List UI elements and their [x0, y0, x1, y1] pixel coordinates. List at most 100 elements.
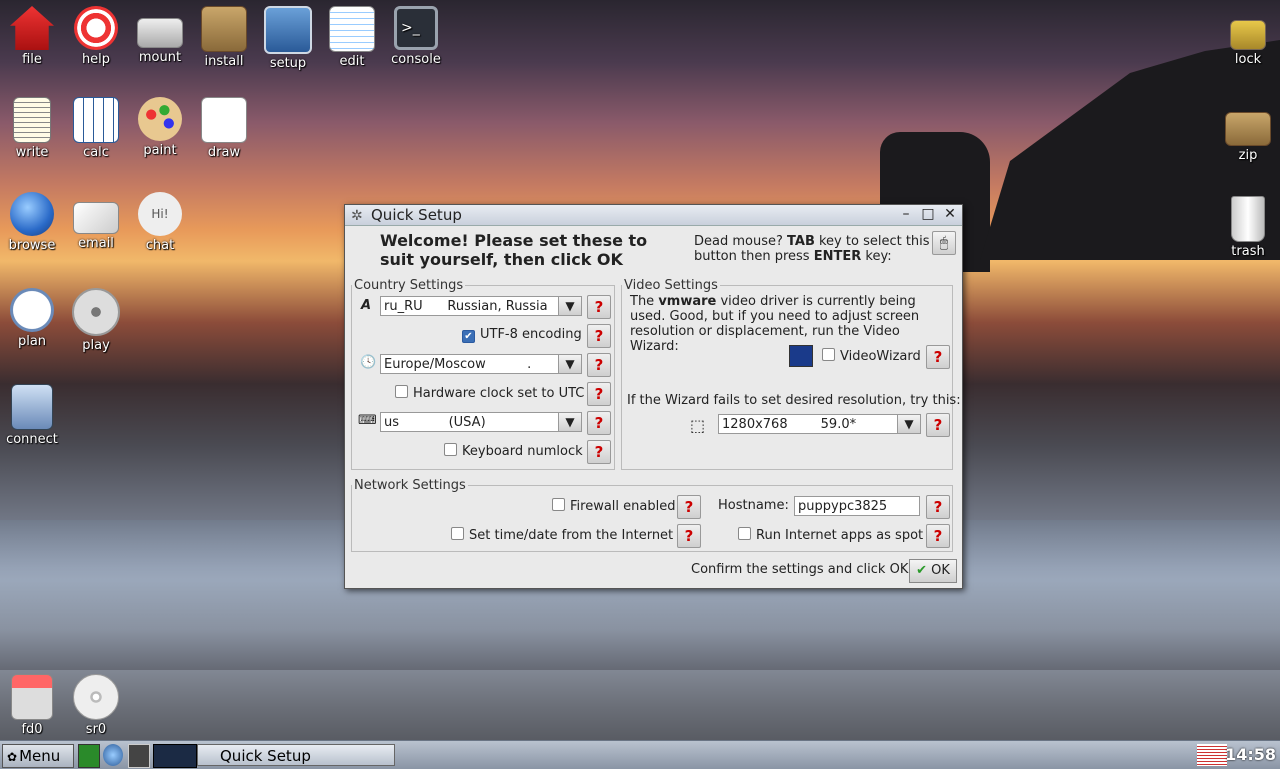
- desktop-icon-paint[interactable]: paint: [128, 97, 192, 158]
- desktop-icon-email[interactable]: email: [64, 192, 128, 251]
- hwclock-help-button[interactable]: ?: [587, 382, 611, 406]
- paw-icon: ✿: [7, 750, 18, 764]
- dead-mouse-button[interactable]: 🖱: [932, 231, 956, 255]
- desktop-icon-calc[interactable]: calc: [64, 97, 128, 160]
- desktop-icon-setup[interactable]: setup: [256, 6, 320, 71]
- desktop-icon-sr0[interactable]: sr0: [64, 674, 128, 737]
- desktop-icon-browse[interactable]: browse: [0, 192, 64, 253]
- chat-bubble-icon: Hi!: [138, 192, 182, 236]
- desktop-icon-mount[interactable]: mount: [128, 6, 192, 65]
- checkbox-box: [738, 527, 751, 540]
- checkbox-box: [822, 348, 835, 361]
- maximize-button[interactable]: □: [920, 206, 936, 222]
- desktop-icon-connect[interactable]: connect: [0, 384, 64, 447]
- timedate-label: Set time/date from the Internet: [469, 528, 674, 543]
- spot-help-button[interactable]: ?: [926, 524, 950, 548]
- desktop-icon-write[interactable]: write: [0, 97, 64, 160]
- desktop-icon-lock[interactable]: lock: [1216, 6, 1280, 67]
- timezone-select[interactable]: Europe/Moscow . ▼: [380, 354, 582, 374]
- desktop-icon-label: sr0: [85, 722, 107, 737]
- box-icon: [201, 6, 247, 52]
- desktop-icon-label: draw: [207, 145, 241, 160]
- desktop-icon-zip[interactable]: zip: [1216, 106, 1280, 163]
- desktop-icon-label: paint: [143, 143, 177, 158]
- numlock-checkbox[interactable]: Keyboard numlock: [444, 443, 583, 459]
- desktop-quicklaunch-icon[interactable]: [78, 744, 100, 768]
- window-titlebar[interactable]: ✲ Quick Setup – □ ✕: [345, 205, 962, 226]
- checkbox-box: [451, 527, 464, 540]
- firewall-help-button[interactable]: ?: [677, 495, 701, 519]
- desktop-icon-chat[interactable]: Hi! chat: [128, 192, 192, 253]
- firewall-checkbox[interactable]: Firewall enabled: [552, 498, 675, 514]
- minimize-button[interactable]: –: [898, 206, 914, 222]
- welcome-text: Welcome! Please set these to suit yourse…: [380, 231, 648, 269]
- hostname-help-button[interactable]: ?: [926, 495, 950, 519]
- chevron-down-icon[interactable]: ▼: [558, 355, 581, 373]
- chevron-down-icon[interactable]: ▼: [558, 413, 581, 431]
- mouse-icon: 🖱: [939, 235, 949, 251]
- resolution-help-button[interactable]: ?: [926, 413, 950, 437]
- country-settings-legend: Country Settings: [354, 278, 464, 293]
- desktop-icon-console[interactable]: >_ console: [384, 6, 448, 67]
- hostname-input[interactable]: puppypc3825: [794, 496, 920, 516]
- keyboard-select[interactable]: us (USA) ▼: [380, 412, 582, 432]
- desktop-icon-label: zip: [1238, 148, 1258, 163]
- videowizard-checkbox[interactable]: VideoWizard: [822, 348, 921, 364]
- desktop-icon-label: chat: [145, 238, 175, 253]
- numlock-label: Keyboard numlock: [462, 444, 583, 459]
- clock-icon: 🕓: [360, 355, 377, 370]
- utf8-checkbox[interactable]: ✔ UTF-8 encoding: [462, 327, 582, 343]
- spreadsheet-icon: [73, 97, 119, 143]
- terminal-icon[interactable]: [128, 744, 150, 768]
- desktop-icon-edit[interactable]: edit: [320, 6, 384, 69]
- desktop-icon-install[interactable]: install: [192, 6, 256, 69]
- chevron-down-icon[interactable]: ▼: [897, 415, 920, 433]
- timedate-checkbox[interactable]: Set time/date from the Internet: [451, 527, 673, 543]
- close-button[interactable]: ✕: [942, 206, 958, 222]
- checkbox-box: [552, 498, 565, 511]
- floppy-icon: [11, 674, 53, 720]
- videowizard-help-button[interactable]: ?: [926, 345, 950, 369]
- network-settings-legend: Network Settings: [354, 478, 466, 493]
- chevron-down-icon[interactable]: ▼: [558, 297, 581, 315]
- network-status-icon[interactable]: [1197, 744, 1227, 766]
- desktop-icon-file[interactable]: file: [0, 6, 64, 67]
- ok-button[interactable]: ✔ OK: [909, 559, 957, 583]
- desktop-icon-label: email: [78, 236, 114, 251]
- timezone-help-button[interactable]: ?: [587, 353, 611, 377]
- taskbar-task-quick-setup[interactable]: Quick Setup: [197, 744, 395, 766]
- ok-label: OK: [931, 563, 950, 578]
- desktop-icon-fd0[interactable]: fd0: [0, 674, 64, 737]
- utf8-help-button[interactable]: ?: [587, 324, 611, 348]
- locale-select[interactable]: ru_RU Russian, Russia ▼: [380, 296, 582, 316]
- home-icon: [10, 6, 54, 50]
- envelope-icon: [73, 202, 119, 234]
- resolution-select[interactable]: 1280x768 59.0* ▼: [718, 414, 921, 434]
- video-settings-legend: Video Settings: [624, 278, 718, 293]
- clock[interactable]: 14:58: [1225, 744, 1276, 766]
- drive-icon: [137, 18, 183, 48]
- globe-icon[interactable]: [103, 744, 123, 766]
- desktop-icon-play[interactable]: play: [64, 288, 128, 353]
- box-icon: [1225, 112, 1271, 146]
- padlock-icon: [1230, 20, 1266, 50]
- keyboard-help-button[interactable]: ?: [587, 411, 611, 435]
- videowizard-label: VideoWizard: [840, 349, 921, 364]
- hwclock-checkbox[interactable]: Hardware clock set to UTC: [395, 385, 584, 401]
- desktop-icon-trash[interactable]: trash: [1216, 196, 1280, 259]
- numlock-help-button[interactable]: ?: [587, 440, 611, 464]
- desktop-icon-draw[interactable]: draw: [192, 97, 256, 160]
- spot-checkbox[interactable]: Run Internet apps as spot: [738, 527, 923, 543]
- document-icon: [13, 97, 51, 143]
- keyboard-value: us (USA): [384, 415, 486, 430]
- locale-help-button[interactable]: ?: [587, 295, 611, 319]
- desktop-icon-plan[interactable]: plan: [0, 288, 64, 349]
- desktop-icon-label: console: [391, 52, 441, 67]
- workspace-pager[interactable]: [153, 744, 197, 768]
- window-title: Quick Setup: [371, 206, 462, 224]
- confirm-text: Confirm the settings and click OK:: [691, 562, 913, 577]
- menu-button[interactable]: ✿ Menu: [2, 744, 74, 768]
- desktop-icon-help[interactable]: help: [64, 6, 128, 67]
- timedate-help-button[interactable]: ?: [677, 524, 701, 548]
- checkbox-box: [395, 385, 408, 398]
